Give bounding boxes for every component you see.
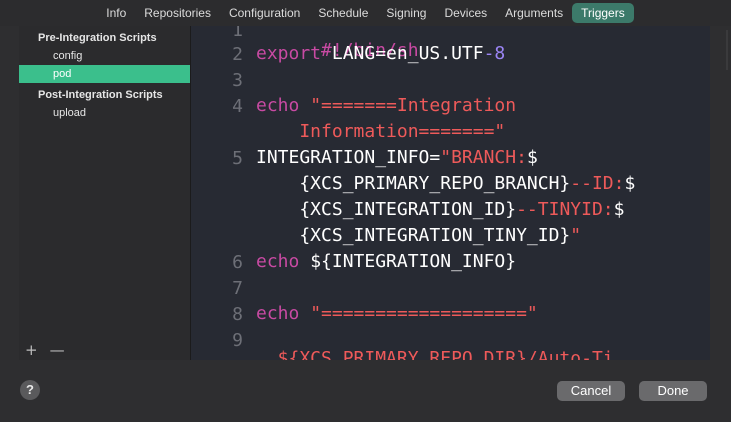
code-text: {XCS_INTEGRATION_TINY_ID} [256, 225, 571, 246]
code-line-5: INTEGRATION_INFO="BRANCH:$ [256, 147, 538, 169]
cancel-button[interactable]: Cancel [557, 381, 625, 401]
line-number: 4 [232, 96, 243, 117]
code-string: "=======Integration [299, 95, 517, 116]
code-line-2: export LANG=en_US.UTF-8 [256, 43, 505, 65]
code-text: {XCS_INTEGRATION_ID} [256, 199, 517, 220]
pre-integration-group: Pre-Integration Scripts config pod [19, 29, 190, 83]
help-button[interactable]: ? [20, 380, 40, 400]
line-number: 9 [232, 330, 243, 351]
code-line-5-wrap-3: {XCS_INTEGRATION_TINY_ID}" [256, 225, 581, 247]
tab-triggers[interactable]: Triggers [572, 3, 634, 23]
line-number: 1 [232, 26, 243, 41]
code-line-5-wrap-2: {XCS_INTEGRATION_ID}--TINYID:$ [256, 199, 624, 221]
keyword-echo: echo [256, 251, 300, 272]
keyword-echo: echo [256, 95, 300, 116]
script-item-config[interactable]: config [19, 47, 190, 65]
code-line-4-wrap: Information=======" [256, 121, 505, 143]
trigger-sidebar: Pre-Integration Scripts config pod Post-… [19, 26, 191, 360]
pre-integration-header: Pre-Integration Scripts [38, 32, 157, 44]
code-text: LANG=en_US.UTF [321, 43, 484, 64]
code-text: $ [613, 199, 625, 220]
script-item-pod[interactable]: pod [19, 65, 190, 83]
tab-configuration[interactable]: Configuration [220, 3, 309, 23]
keyword-echo: echo [256, 303, 300, 324]
editor-margin [710, 26, 731, 360]
code-line-4: echo "=======Integration [256, 95, 516, 117]
code-line-10-partial: ${XCS_PRIMARY_REPO_DIR}/Auto-Ti... [256, 348, 646, 360]
code-text: ${INTEGRATION_INFO} [299, 251, 517, 272]
code-number: -8 [483, 43, 506, 64]
remove-script-button[interactable]: — [50, 342, 65, 358]
keyword-export: export [256, 43, 322, 64]
code-text: INTEGRATION_INFO= [256, 147, 441, 168]
line-number: 5 [232, 148, 243, 169]
code-string: "===================" [299, 303, 538, 324]
code-string: --TINYID: [516, 199, 614, 220]
code-string: " [570, 225, 582, 246]
add-script-button[interactable]: + [25, 342, 38, 358]
line-number: 6 [232, 252, 243, 273]
tab-devices[interactable]: Devices [435, 3, 496, 23]
tab-signing[interactable]: Signing [377, 3, 435, 23]
editor-scrollbar[interactable] [702, 26, 710, 360]
post-integration-group: Post-Integration Scripts upload [19, 86, 190, 122]
code-line-6: echo ${INTEGRATION_INFO} [256, 251, 516, 273]
line-number: 3 [232, 70, 243, 91]
script-item-upload[interactable]: upload [19, 104, 190, 122]
code-string: --ID: [570, 173, 625, 194]
code-text: {XCS_PRIMARY_REPO_BRANCH} [256, 173, 571, 194]
code-string: "BRANCH: [440, 147, 527, 168]
script-editor[interactable]: 1 2 3 4 5 6 7 8 9 #!/bin/sh export LANG=… [191, 26, 710, 360]
code-line-5-wrap-1: {XCS_PRIMARY_REPO_BRANCH}--ID:$ [256, 173, 635, 195]
line-number: 7 [232, 278, 243, 299]
code-text: $ [526, 147, 538, 168]
line-number: 2 [232, 44, 243, 65]
post-integration-header: Post-Integration Scripts [38, 89, 163, 101]
done-button[interactable]: Done [639, 381, 707, 401]
bot-editor-window: Info Repositories Configuration Schedule… [0, 0, 731, 422]
code-text: $ [624, 173, 636, 194]
code-string: ${XCS_PRIMARY_REPO_DIR}/Auto-Ti... [256, 348, 647, 360]
window-edge [726, 30, 728, 70]
tab-info[interactable]: Info [97, 3, 135, 23]
code-string: Information=======" [256, 121, 506, 142]
tab-arguments[interactable]: Arguments [496, 3, 572, 23]
line-number: 8 [232, 304, 243, 325]
tab-bar: Info Repositories Configuration Schedule… [0, 0, 731, 26]
code-line-8: echo "===================" [256, 303, 538, 325]
tab-repositories[interactable]: Repositories [135, 3, 220, 23]
sidebar-footer: + — [19, 340, 196, 360]
tab-schedule[interactable]: Schedule [309, 3, 377, 23]
